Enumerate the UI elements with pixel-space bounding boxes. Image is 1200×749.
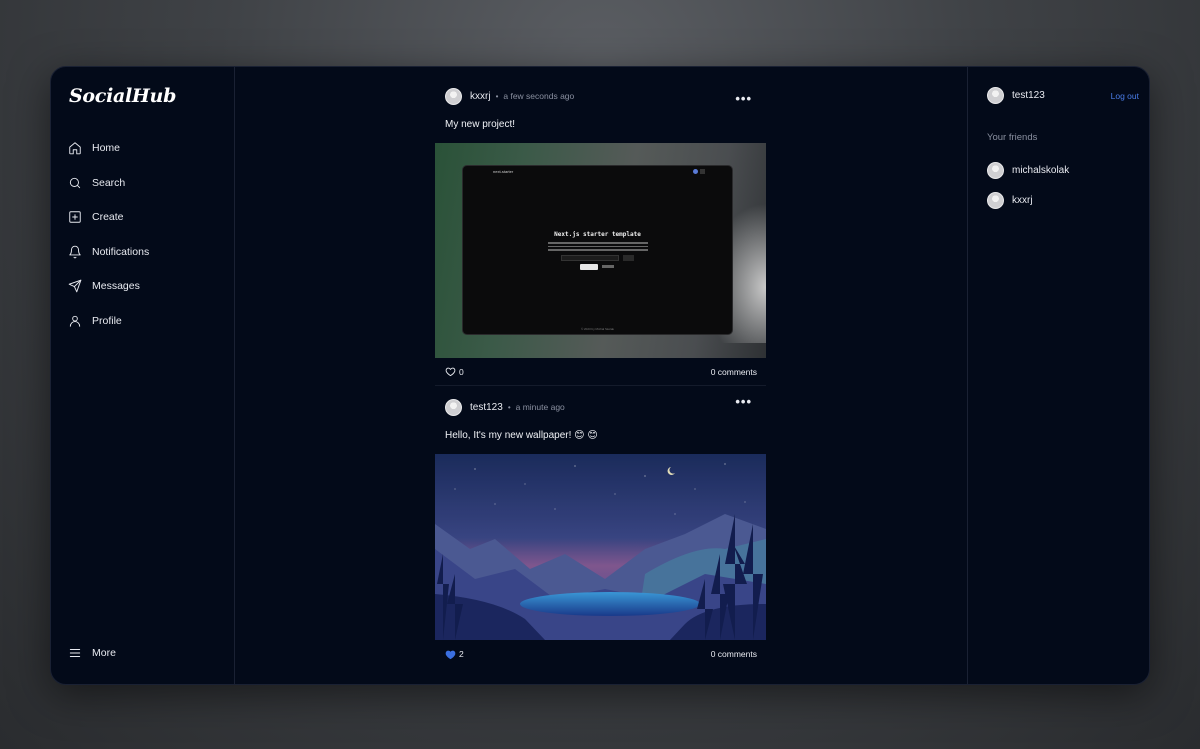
- logout-link[interactable]: Log out: [1111, 91, 1139, 101]
- window-paragraph: [548, 242, 648, 252]
- post-header: kxxrj • a few seconds ago: [435, 81, 766, 111]
- nav-item-label: Create: [92, 211, 124, 224]
- friend-item[interactable]: kxxrj: [987, 186, 1069, 216]
- comments-link[interactable]: 0 comments: [711, 649, 757, 659]
- avatar[interactable]: [445, 398, 462, 416]
- avatar: [987, 191, 1004, 209]
- nav-item-messages[interactable]: Messages: [67, 269, 227, 304]
- window-footer: © 2023 by Michal Skolak: [580, 327, 615, 331]
- nav-item-label: Search: [92, 176, 126, 189]
- right-sidebar: test123 Log out Your friends michalskola…: [967, 67, 1149, 684]
- plus-square-icon: [67, 209, 83, 225]
- heart-filled-icon: [445, 650, 456, 659]
- post-image[interactable]: next-starter Next.js starter template © …: [435, 143, 766, 358]
- home-icon: [67, 140, 83, 156]
- post-footer: 0 0 comments: [435, 358, 766, 386]
- screenshot-window: next-starter Next.js starter template © …: [462, 165, 733, 335]
- user-icon: [67, 313, 83, 329]
- separator-dot: •: [495, 91, 499, 101]
- post-username[interactable]: test123: [470, 402, 503, 413]
- window-avatar-dot: [693, 169, 698, 174]
- post-options-icon[interactable]: •••: [735, 394, 752, 409]
- nav-item-profile[interactable]: Profile: [67, 304, 227, 339]
- friend-name: kxxrj: [1012, 194, 1033, 206]
- nav-item-search[interactable]: Search: [67, 166, 227, 201]
- nav-item-label: Messages: [92, 280, 140, 293]
- bell-icon: [67, 244, 83, 260]
- avatar: [987, 87, 1004, 104]
- send-icon: [67, 278, 83, 294]
- window-button-secondary: [602, 265, 614, 268]
- current-user[interactable]: test123: [987, 87, 1045, 104]
- nav-item-home[interactable]: Home: [67, 131, 227, 166]
- post-options-icon[interactable]: •••: [735, 91, 752, 106]
- nav-item-label: Profile: [92, 314, 122, 327]
- window-title: next-starter: [493, 169, 514, 174]
- post-caption: My new project!: [445, 119, 516, 130]
- window-button-primary: [580, 264, 598, 270]
- post-timestamp: a minute ago: [515, 402, 565, 412]
- nav-item-more[interactable]: More: [67, 636, 116, 671]
- friends-list: michalskolak kxxrj: [987, 156, 1069, 215]
- window-button: [700, 169, 705, 174]
- nav-item-notifications[interactable]: Notifications: [67, 235, 227, 270]
- window-input: [561, 255, 619, 261]
- app-window: SocialHub Home Search Create Notificatio…: [50, 66, 1150, 685]
- window-submit: [623, 255, 634, 261]
- like-count: 0: [459, 366, 464, 377]
- nav-item-label: Home: [92, 142, 121, 155]
- left-sidebar: SocialHub Home Search Create Notificatio…: [51, 67, 235, 684]
- like-count: 2: [459, 649, 464, 659]
- like-button[interactable]: 0: [445, 366, 464, 377]
- main-nav: Home Search Create Notifications Message…: [67, 131, 227, 338]
- window-heading: Next.js starter template: [554, 231, 641, 238]
- like-button[interactable]: 2: [445, 649, 464, 660]
- friend-name: michalskolak: [1012, 165, 1070, 177]
- heart-outline-icon: [445, 367, 456, 377]
- post-image[interactable]: [435, 454, 766, 640]
- post-timestamp: a few seconds ago: [503, 91, 575, 101]
- current-username: test123: [1012, 90, 1045, 101]
- nav-item-label: More: [92, 646, 116, 659]
- search-icon: [67, 175, 83, 191]
- wallpaper-image: [435, 454, 766, 640]
- post-caption: Hello, It's my new wallpaper! 😊 😊: [445, 430, 598, 441]
- separator-dot: •: [507, 402, 511, 412]
- app-logo[interactable]: SocialHub: [69, 85, 176, 107]
- nav-item-label: Notifications: [92, 245, 150, 258]
- post: test123 • a minute ago ••• Hello, It's m…: [435, 392, 766, 668]
- avatar: [987, 162, 1004, 180]
- menu-icon: [67, 645, 83, 661]
- feed: kxxrj • a few seconds ago ••• My new pro…: [435, 67, 766, 668]
- avatar[interactable]: [445, 87, 462, 105]
- post-username[interactable]: kxxrj: [470, 91, 491, 102]
- post: kxxrj • a few seconds ago ••• My new pro…: [435, 81, 766, 386]
- friends-heading: Your friends: [987, 132, 1038, 143]
- friend-item[interactable]: michalskolak: [987, 156, 1069, 186]
- post-header: test123 • a minute ago: [435, 392, 766, 422]
- comments-link[interactable]: 0 comments: [711, 367, 757, 377]
- nav-item-create[interactable]: Create: [67, 200, 227, 235]
- post-footer: 2 0 comments: [435, 640, 766, 668]
